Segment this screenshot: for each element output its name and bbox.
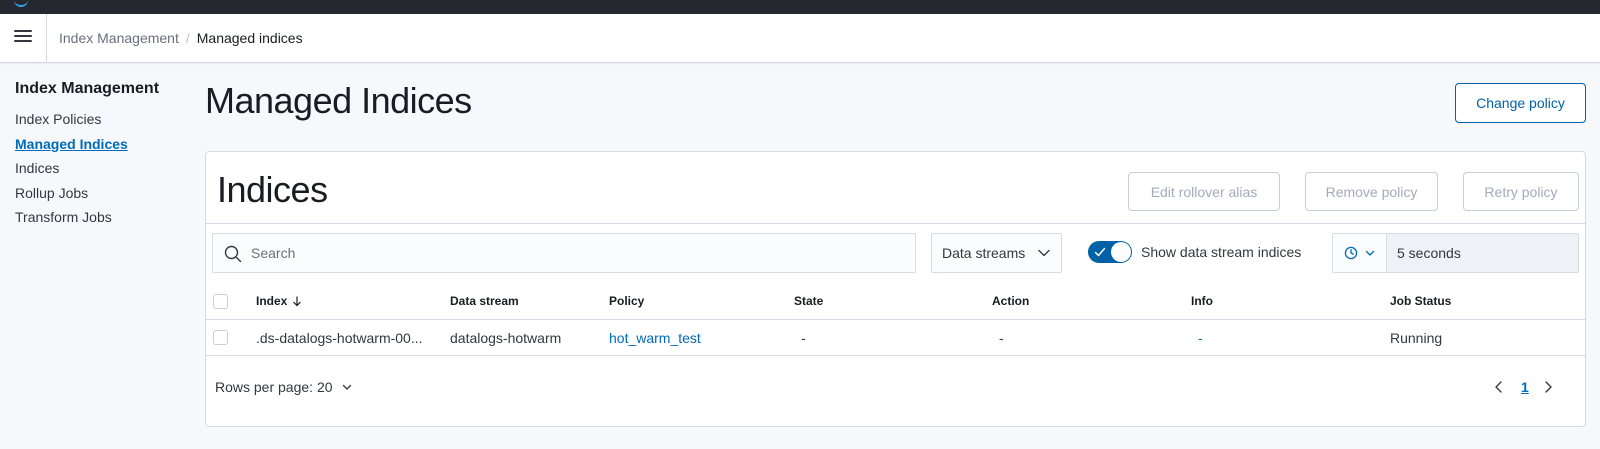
breadcrumb-separator: /: [185, 30, 190, 46]
column-header-policy[interactable]: Policy: [609, 283, 644, 319]
header: Index Management / Managed indices: [0, 14, 1600, 63]
header-divider: [46, 14, 47, 63]
show-data-stream-indices-toggle-group: Show data stream indices: [1088, 241, 1301, 263]
panel-title: Indices: [217, 169, 328, 210]
refresh-interval-value[interactable]: 5 seconds: [1387, 234, 1578, 272]
search-icon: [224, 245, 242, 263]
column-header-index-label: Index: [256, 294, 288, 308]
cell-data-stream: datalogs-hotwarm: [450, 329, 562, 346]
remove-policy-button[interactable]: Remove policy: [1305, 172, 1438, 211]
search-field: [212, 233, 916, 273]
refresh-interval-button[interactable]: [1333, 234, 1387, 272]
data-streams-select[interactable]: Data streams: [931, 233, 1062, 273]
chevron-down-icon: [342, 384, 351, 390]
show-data-stream-indices-toggle[interactable]: [1088, 241, 1132, 263]
side-nav-item-managed-indices[interactable]: Managed Indices: [15, 133, 195, 158]
cell-policy-link[interactable]: hot_warm_test: [609, 320, 701, 355]
managed-indices-table: Index Data stream Policy State Action In…: [206, 283, 1585, 356]
show-data-stream-indices-label: Show data stream indices: [1141, 244, 1302, 260]
edit-rollover-alias-button[interactable]: Edit rollover alias: [1128, 172, 1280, 211]
side-nav-item-transform-jobs[interactable]: Transform Jobs: [15, 206, 195, 231]
rows-per-page-label: Rows per page: 20: [215, 379, 333, 395]
column-header-action[interactable]: Action: [992, 283, 1029, 319]
rows-per-page-button[interactable]: Rows per page: 20: [215, 379, 353, 395]
column-header-index[interactable]: Index: [256, 283, 303, 319]
chevron-right-icon[interactable]: [1541, 380, 1555, 394]
auto-refresh-control: 5 seconds: [1332, 233, 1579, 273]
toggle-knob: [1111, 242, 1131, 262]
logo-icon[interactable]: [14, 0, 28, 7]
breadcrumb-managed-indices: Managed indices: [196, 30, 303, 46]
panel-divider: [206, 223, 1585, 224]
indices-panel: Indices Edit rollover alias Remove polic…: [205, 151, 1586, 427]
side-nav-item-rollup-jobs[interactable]: Rollup Jobs: [15, 182, 195, 207]
row-select-cell: [213, 320, 228, 355]
data-streams-select-label: Data streams: [942, 245, 1026, 261]
cell-action: -: [999, 329, 1004, 346]
column-header-info[interactable]: Info: [1191, 283, 1213, 319]
pagination: Rows per page: 20 1: [206, 368, 1585, 408]
breadcrumb: Index Management / Managed indices: [59, 30, 303, 46]
side-nav-item-indices[interactable]: Indices: [15, 157, 195, 182]
cell-index: .ds-datalogs-hotwarm-00...: [256, 329, 423, 346]
row-checkbox[interactable]: [213, 330, 228, 345]
check-icon: [1094, 247, 1106, 257]
hamburger-menu-icon[interactable]: [12, 28, 34, 48]
breadcrumb-index-management[interactable]: Index Management: [59, 30, 179, 46]
cell-info-link[interactable]: -: [1198, 320, 1203, 355]
table-header-row: Index Data stream Policy State Action In…: [206, 283, 1585, 320]
page-number-button[interactable]: 1: [1521, 379, 1529, 395]
arrow-down-icon: [293, 296, 302, 307]
chevron-down-icon: [1365, 250, 1374, 256]
chevron-left-icon[interactable]: [1492, 380, 1506, 394]
side-nav-title: Index Management: [15, 80, 160, 97]
column-header-data-stream[interactable]: Data stream: [450, 283, 519, 319]
select-all-cell: [213, 283, 228, 319]
search-input[interactable]: [251, 234, 901, 272]
cell-job-status: Running: [1390, 329, 1443, 346]
chevron-down-icon: [1038, 249, 1050, 257]
clock-icon: [1344, 246, 1357, 260]
side-nav: Index Management Index Policies Managed …: [15, 80, 195, 231]
table-row: .ds-datalogs-hotwarm-00... datalogs-hotw…: [206, 320, 1585, 356]
side-nav-item-index-policies[interactable]: Index Policies: [15, 108, 195, 133]
top-bar: [0, 0, 1600, 14]
change-policy-button[interactable]: Change policy: [1455, 83, 1586, 123]
column-header-job-status[interactable]: Job Status: [1390, 283, 1451, 319]
retry-policy-button[interactable]: Retry policy: [1463, 172, 1579, 211]
page-title: Managed Indices: [205, 80, 472, 121]
cell-state: -: [801, 329, 806, 346]
column-header-state[interactable]: State: [794, 283, 823, 319]
select-all-checkbox[interactable]: [213, 293, 228, 309]
